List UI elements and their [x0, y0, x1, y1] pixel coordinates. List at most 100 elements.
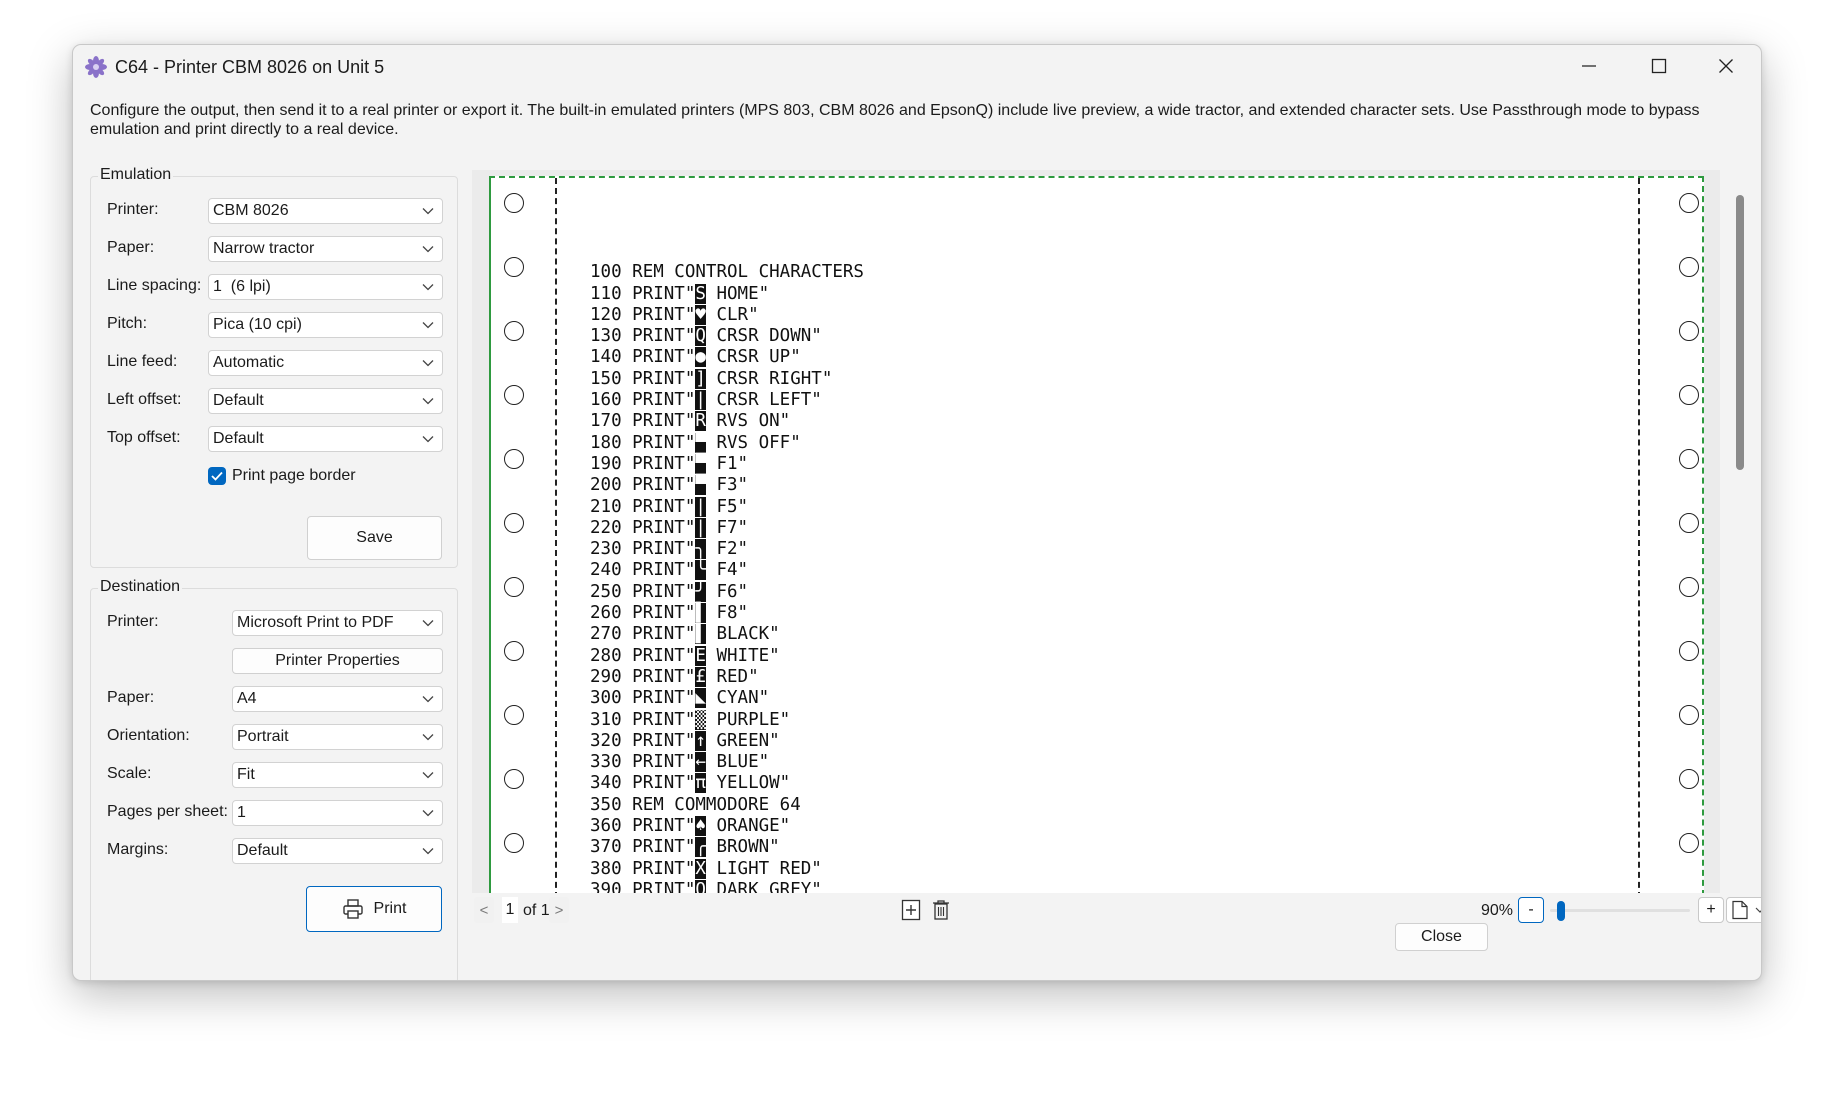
close-button[interactable]: Close — [1395, 923, 1488, 951]
control-char: | — [695, 390, 706, 411]
listing-line: 290 PRINT"£ RED" — [590, 666, 759, 687]
print-keyword: PRINT" — [632, 368, 696, 389]
listing-line: 210 PRINT"| F5" — [590, 496, 748, 517]
title-bar: C64 - Printer CBM 8026 on Unit 5 — [73, 45, 1761, 87]
control-char: | — [695, 496, 706, 517]
line-spacing-select[interactable]: 1 (6 lpi) — [208, 274, 443, 300]
control-char: O — [695, 879, 706, 893]
scale-select[interactable]: Fit — [232, 762, 443, 788]
line-text: YELLOW" — [705, 773, 791, 794]
control-char: ▀ — [695, 475, 706, 496]
line-number: 250 — [590, 581, 633, 602]
vertical-scrollbar[interactable] — [1736, 195, 1744, 470]
close-window-button[interactable] — [1691, 45, 1761, 87]
chevron-down-icon — [422, 360, 434, 367]
tractor-hole — [504, 769, 524, 789]
line-text: HOME" — [705, 283, 770, 304]
line-text: F6" — [705, 581, 749, 602]
line-text: PURPLE" — [705, 709, 791, 730]
control-char: ▒ — [695, 709, 706, 730]
maximize-icon — [1651, 58, 1667, 74]
top-offset-label: Top offset: — [107, 429, 181, 446]
line-number: 330 — [590, 752, 633, 773]
line-feed-label: Line feed: — [107, 353, 178, 370]
next-page-button[interactable]: > — [549, 897, 569, 923]
listing-line: 190 PRINT"▀ F1" — [590, 453, 748, 474]
dest-paper-select[interactable]: A4 — [232, 686, 443, 712]
chevron-down-icon — [422, 810, 434, 817]
print-keyword: PRINT" — [632, 688, 696, 709]
listing-line: 360 PRINT"♠ ORANGE" — [590, 816, 790, 837]
print-keyword: PRINT" — [632, 347, 696, 368]
top-offset-value: Default — [213, 430, 264, 447]
tractor-hole — [504, 833, 524, 853]
print-border-label[interactable]: Print page border — [232, 467, 356, 485]
minimize-button[interactable] — [1554, 45, 1624, 87]
line-spacing-label: Line spacing: — [107, 277, 202, 294]
line-text: CYAN" — [705, 688, 770, 709]
zoom-slider-thumb[interactable] — [1557, 901, 1565, 921]
zoom-slider-track[interactable] — [1550, 909, 1690, 912]
printer-properties-button[interactable]: Printer Properties — [232, 648, 443, 674]
line-text: CRSR LEFT" — [705, 390, 822, 411]
control-char: ▀ — [695, 432, 706, 453]
line-text: F7" — [705, 517, 749, 538]
emulation-group: Emulation Printer: CBM 8026 Paper: Narro… — [90, 166, 458, 568]
emu-paper-select[interactable]: Narrow tractor — [208, 236, 443, 262]
margins-select[interactable]: Default — [232, 838, 443, 864]
print-border-checkbox[interactable] — [208, 467, 226, 485]
line-feed-select[interactable]: Automatic — [208, 350, 443, 376]
listing-line: 380 PRINT"X LIGHT RED" — [590, 858, 822, 879]
dest-printer-select[interactable]: Microsoft Print to PDF — [232, 610, 443, 636]
tractor-hole — [504, 577, 524, 597]
left-tractor-line — [555, 178, 557, 893]
print-button-label: Print — [373, 900, 407, 917]
listing-line: 140 PRINT"● CRSR UP" — [590, 347, 801, 368]
control-char: π — [695, 773, 706, 794]
line-number: 260 — [590, 603, 633, 624]
minimize-icon — [1582, 65, 1596, 67]
zoom-in-button[interactable]: + — [1698, 897, 1724, 923]
add-page-icon — [901, 899, 921, 921]
zoom-out-button[interactable]: - — [1518, 897, 1544, 923]
zoom-percent: 90% — [1481, 902, 1514, 919]
print-button[interactable]: Print — [306, 886, 442, 932]
checkmark-icon — [211, 471, 223, 481]
margins-value: Default — [237, 842, 288, 859]
line-text: F2" — [705, 539, 749, 560]
chevron-down-icon — [422, 208, 434, 215]
line-number: 230 — [590, 539, 633, 560]
page-view-dropdown[interactable] — [1726, 897, 1761, 923]
line-text: CLR" — [705, 304, 759, 325]
print-keyword: PRINT" — [632, 326, 696, 347]
pages-per-sheet-select[interactable]: 1 — [232, 800, 443, 826]
control-char: ● — [695, 347, 706, 368]
pitch-select[interactable]: Pica (10 cpi) — [208, 312, 443, 338]
left-offset-select[interactable]: Default — [208, 388, 443, 414]
print-preview[interactable]: 100 REM CONTROL CHARACTERS 110 PRINT"S H… — [472, 170, 1720, 893]
dest-printer-value: Microsoft Print to PDF — [237, 614, 394, 631]
destination-group-title: Destination — [98, 578, 183, 596]
page-number-input[interactable]: 1 — [502, 897, 518, 923]
previous-page-button[interactable]: < — [474, 897, 494, 923]
listing-line: 110 PRINT"S HOME" — [590, 283, 770, 304]
margins-label: Margins: — [107, 841, 169, 858]
line-number: 360 — [590, 816, 633, 837]
print-keyword: PRINT" — [632, 560, 696, 581]
orientation-select[interactable]: Portrait — [232, 724, 443, 750]
left-offset-label: Left offset: — [107, 391, 182, 408]
save-button[interactable]: Save — [307, 516, 442, 560]
chevron-down-icon — [422, 284, 434, 291]
emu-printer-select[interactable]: CBM 8026 — [208, 198, 443, 224]
listing-line: 320 PRINT"↑ GREEN" — [590, 730, 780, 751]
tractor-hole — [1679, 321, 1699, 341]
print-keyword: PRINT" — [632, 879, 696, 893]
tractor-hole — [504, 513, 524, 533]
add-page-button[interactable] — [899, 897, 923, 923]
top-offset-select[interactable]: Default — [208, 426, 443, 452]
line-number: 170 — [590, 411, 633, 432]
delete-page-button[interactable] — [929, 897, 953, 923]
listing-line: 240 PRINT"╰ F4" — [590, 560, 748, 581]
maximize-button[interactable] — [1624, 45, 1694, 87]
printer-icon — [342, 899, 363, 919]
